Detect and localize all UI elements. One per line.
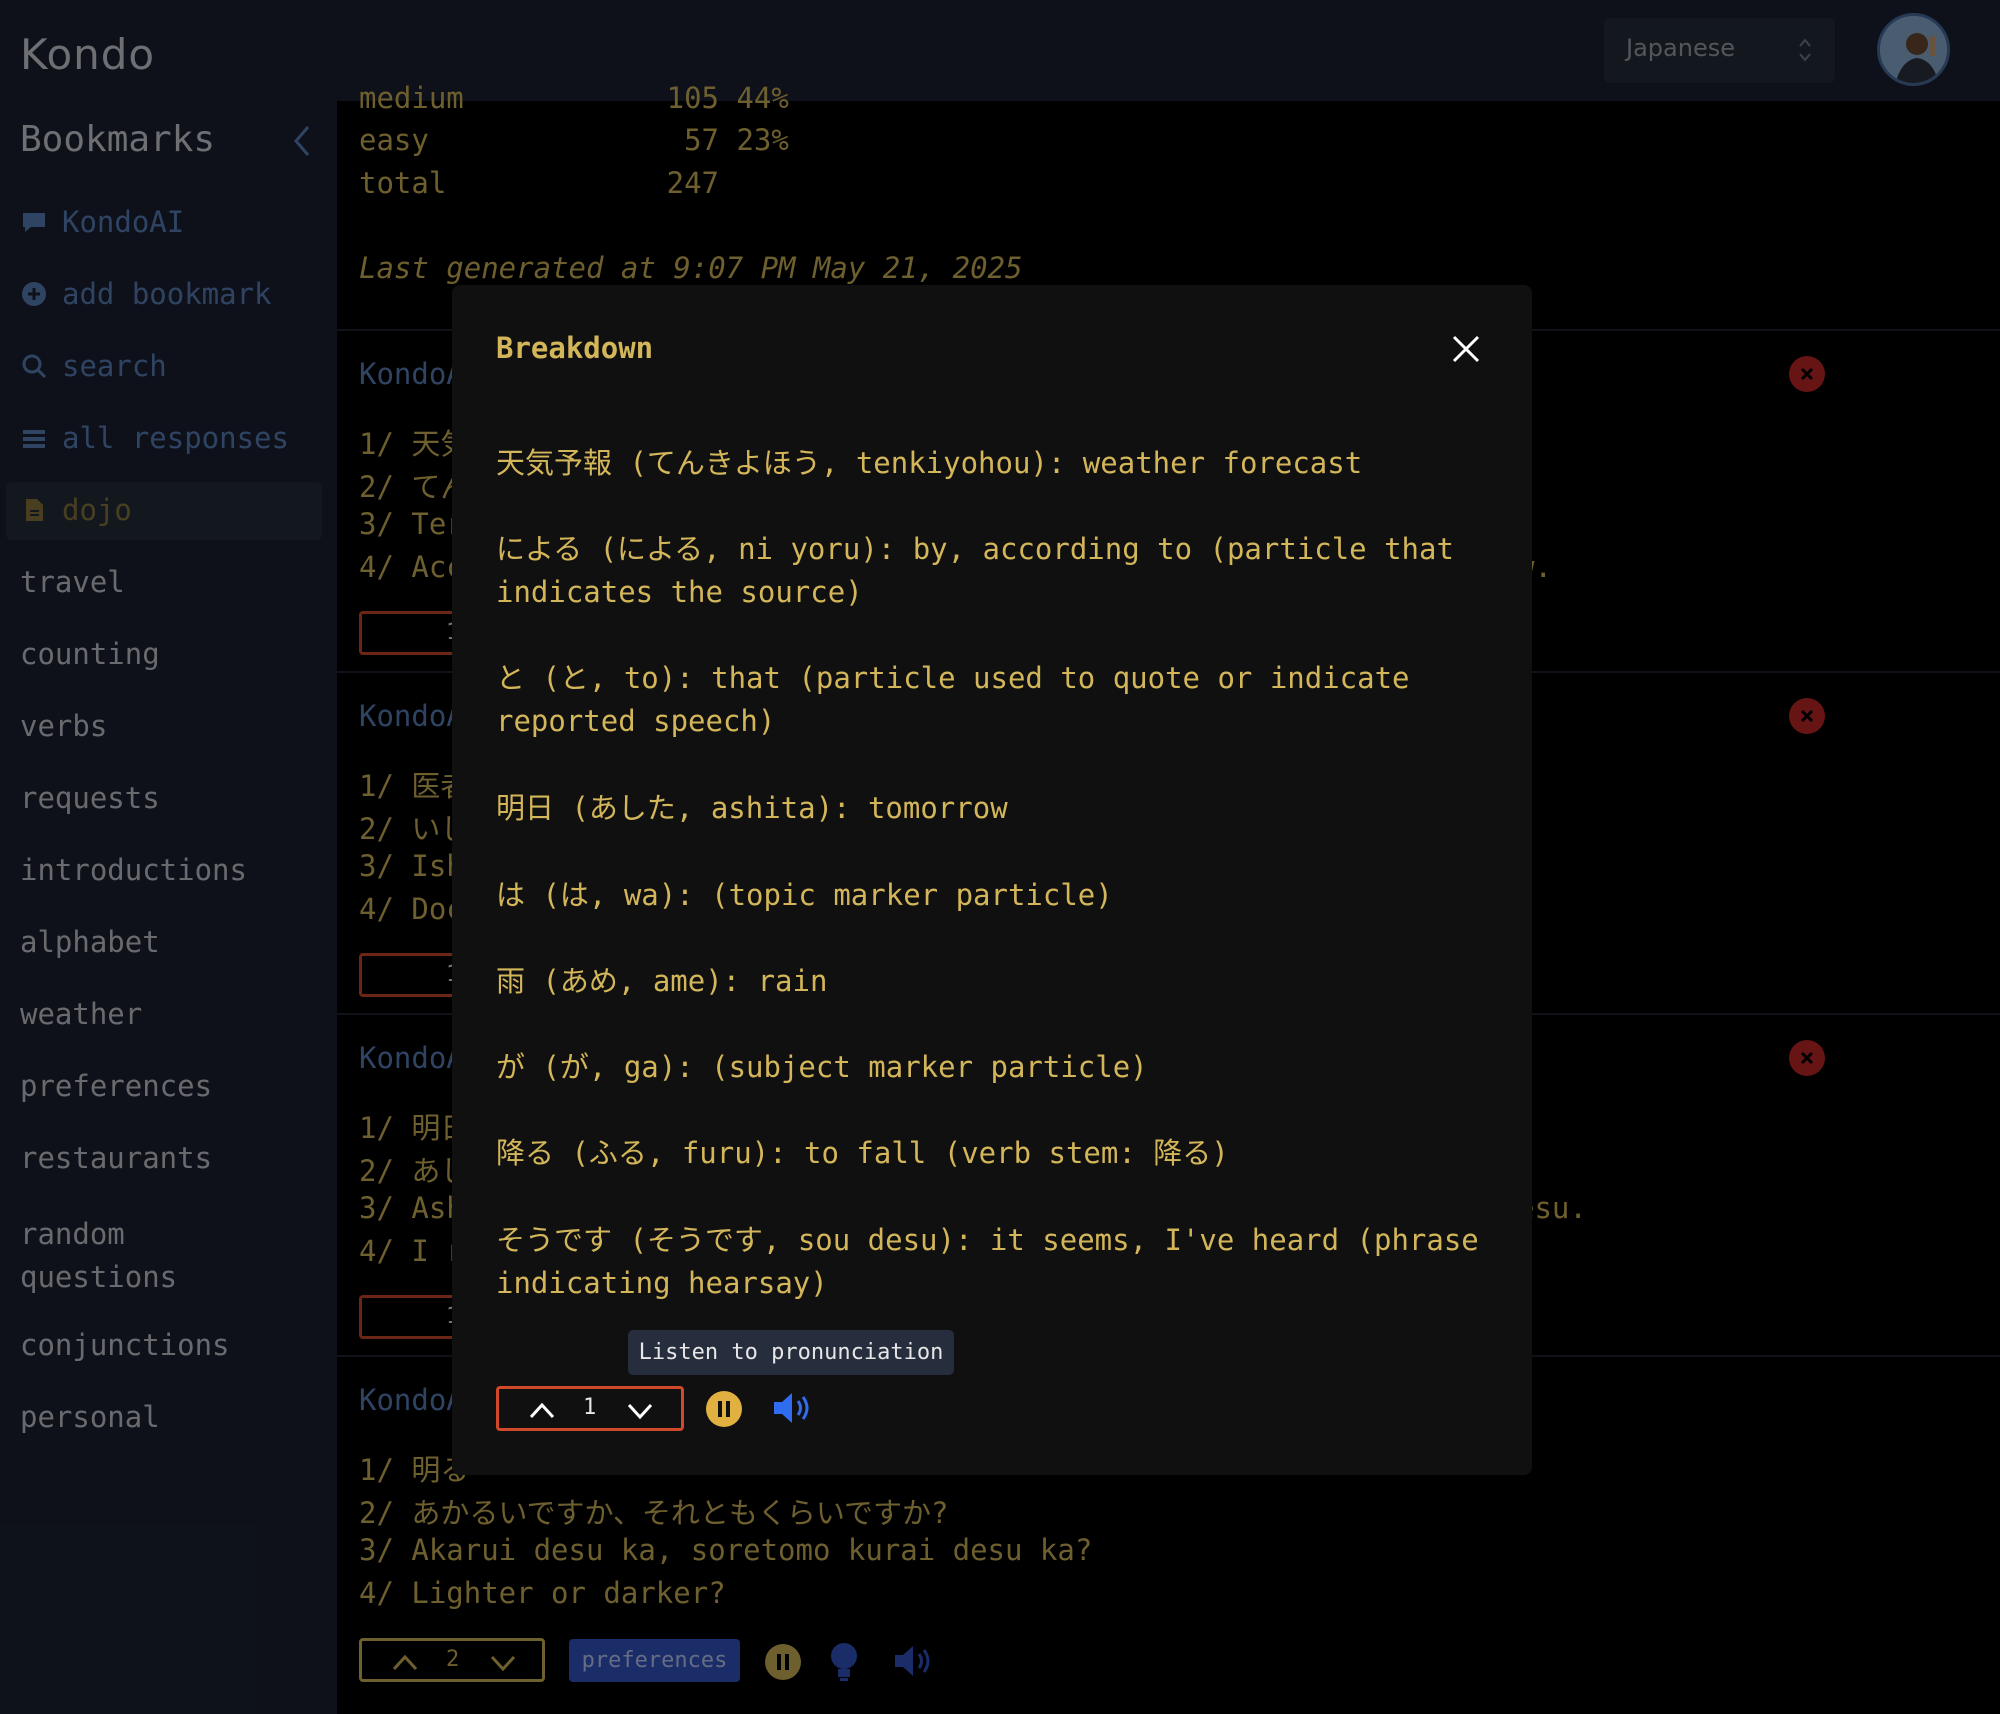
chevron-down-icon[interactable] (625, 1399, 655, 1421)
count-stepper: 1 (496, 1386, 684, 1431)
modal-title: Breakdown (496, 331, 654, 365)
stepper-count: 1 (583, 1395, 597, 1420)
breakdown-entry: による (による, ni yoru): by, according to (pa… (496, 532, 1454, 609)
speaker-icon[interactable] (770, 1388, 814, 1428)
pause-button[interactable] (706, 1391, 742, 1427)
pronunciation-tooltip: Listen to pronunciation (628, 1330, 954, 1375)
close-icon[interactable] (1450, 333, 1482, 365)
pause-icon (718, 1401, 730, 1417)
breakdown-entry: 雨 (あめ, ame): rain (496, 964, 828, 998)
breakdown-entry: が (が, ga): (subject marker particle) (496, 1050, 1148, 1084)
breakdown-entry: 降る (ふる, furu): to fall (verb stem: 降る) (496, 1136, 1229, 1170)
breakdown-entry: 天気予報 (てんきよほう, tenkiyohou): weather forec… (496, 446, 1363, 480)
breakdown-modal: Breakdown 天気予報 (てんきよほう, tenkiyohou): wea… (452, 285, 1532, 1475)
breakdown-entry: そうです (そうです, sou desu): it seems, I've he… (496, 1223, 1479, 1300)
chevron-up-icon[interactable] (527, 1399, 557, 1421)
breakdown-entry: と (と, to): that (particle used to quote … (496, 661, 1410, 738)
breakdown-entry: 明日 (あした, ashita): tomorrow (496, 791, 1008, 825)
breakdown-entry: は (は, wa): (topic marker particle) (496, 878, 1113, 912)
